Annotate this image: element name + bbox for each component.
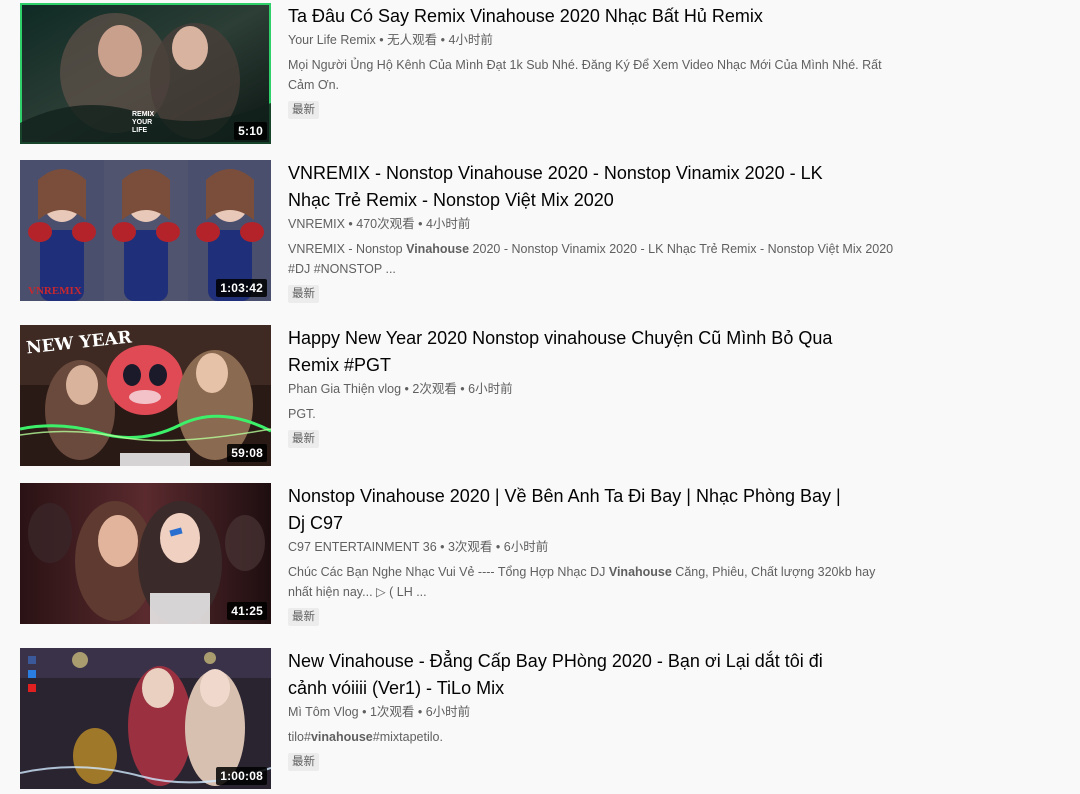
channel-name[interactable]: VNREMIX xyxy=(288,217,345,231)
byline-separator: • xyxy=(414,705,426,719)
video-description: tilo#vinahouse#mixtapetilo. xyxy=(288,730,443,744)
view-count: 1次观看 xyxy=(369,705,415,719)
byline-separator: • xyxy=(344,217,357,231)
view-count: 无人观看 xyxy=(387,33,438,47)
video-byline: VNREMIX • 470次观看 • 4小时前 xyxy=(288,215,898,233)
channel-name[interactable]: C97 ENTERTAINMENT 36 xyxy=(288,540,437,554)
view-count: 3次观看 xyxy=(447,540,493,554)
byline-separator: • xyxy=(436,540,448,554)
video-duration: 59:08 xyxy=(227,444,267,462)
video-thumbnail[interactable]: 41:25 xyxy=(20,483,271,624)
video-result-item[interactable]: NEW YEAR 59:08 Happy New Year 2020 Nonst… xyxy=(20,325,910,467)
video-duration: 1:03:42 xyxy=(216,279,267,297)
byline-separator: • xyxy=(437,33,449,47)
video-title[interactable]: VNREMIX - Nonstop Vinahouse 2020 - Nonst… xyxy=(288,160,848,214)
video-description: VNREMIX - Nonstop Vinahouse 2020 - Nonst… xyxy=(288,242,894,276)
byline-separator: • xyxy=(358,705,370,719)
search-term-highlight: Vinahouse xyxy=(406,242,470,256)
video-result-item[interactable]: 1:00:08 New Vinahouse - Đẳng Cấp Bay PHò… xyxy=(20,648,910,790)
video-meta: Happy New Year 2020 Nonstop vinahouse Ch… xyxy=(288,325,898,448)
view-count: 2次观看 xyxy=(412,382,457,396)
search-term-highlight: vinahouse xyxy=(310,730,373,744)
byline-separator: • xyxy=(414,217,426,231)
video-title[interactable]: New Vinahouse - Đẳng Cấp Bay PHòng 2020 … xyxy=(288,648,848,702)
video-meta: New Vinahouse - Đẳng Cấp Bay PHòng 2020 … xyxy=(288,648,898,771)
video-byline: C97 ENTERTAINMENT 36 • 3次观看 • 6小时前 xyxy=(288,538,898,556)
video-thumbnail[interactable]: VNREMIX 1:03:42 xyxy=(20,160,271,301)
upload-age: 6小时前 xyxy=(468,382,513,396)
video-result-item[interactable]: REMIX YOUR LIFE 5:10 Ta Đâu Có Say Remix… xyxy=(20,3,910,145)
channel-name[interactable]: Phan Gia Thiện vlog xyxy=(288,382,401,396)
video-byline: Phan Gia Thiện vlog • 2次观看 • 6小时前 xyxy=(288,380,898,398)
video-title[interactable]: Ta Đâu Có Say Remix Vinahouse 2020 Nhạc … xyxy=(288,3,898,30)
new-badge: 最新 xyxy=(288,285,319,303)
view-count: 470次观看 xyxy=(356,217,415,231)
video-meta: Nonstop Vinahouse 2020 | Về Bên Anh Ta Đ… xyxy=(288,483,898,626)
thumbnail-logo-text: VNREMIX xyxy=(28,285,82,297)
channel-name[interactable]: Mì Tôm Vlog xyxy=(288,705,359,719)
search-term-highlight: Vinahouse xyxy=(608,565,672,579)
byline-separator: • xyxy=(401,382,413,396)
search-results-list: REMIX YOUR LIFE 5:10 Ta Đâu Có Say Remix… xyxy=(0,0,1080,794)
video-duration: 41:25 xyxy=(227,602,267,620)
video-duration: 1:00:08 xyxy=(216,767,267,785)
video-duration: 5:10 xyxy=(234,122,267,140)
new-badge: 最新 xyxy=(288,753,319,771)
video-result-item[interactable]: VNREMIX 1:03:42 VNREMIX - Nonstop Vinaho… xyxy=(20,160,910,303)
byline-separator: • xyxy=(375,33,388,47)
video-result-item[interactable]: 41:25 Nonstop Vinahouse 2020 | Về Bên An… xyxy=(20,483,910,626)
video-thumbnail[interactable]: 1:00:08 xyxy=(20,648,271,789)
upload-age: 4小时前 xyxy=(448,33,493,47)
new-badge: 最新 xyxy=(288,430,319,448)
video-meta: Ta Đâu Có Say Remix Vinahouse 2020 Nhạc … xyxy=(288,3,898,119)
video-description: Chúc Các Bạn Nghe Nhạc Vui Vẻ ---- Tổng … xyxy=(288,565,876,599)
video-meta: VNREMIX - Nonstop Vinahouse 2020 - Nonst… xyxy=(288,160,898,303)
new-badge: 最新 xyxy=(288,608,319,626)
byline-separator: • xyxy=(456,382,469,396)
new-badge: 最新 xyxy=(288,101,319,119)
upload-age: 6小时前 xyxy=(503,540,549,554)
channel-name[interactable]: Your Life Remix xyxy=(288,33,376,47)
video-description: PGT. xyxy=(288,407,316,421)
video-thumbnail[interactable]: NEW YEAR 59:08 xyxy=(20,325,271,466)
video-thumbnail[interactable]: REMIX YOUR LIFE 5:10 xyxy=(20,3,271,144)
byline-separator: • xyxy=(492,540,504,554)
video-byline: Your Life Remix • 无人观看 • 4小时前 xyxy=(288,31,898,49)
video-title[interactable]: Nonstop Vinahouse 2020 | Về Bên Anh Ta Đ… xyxy=(288,483,848,537)
video-byline: Mì Tôm Vlog • 1次观看 • 6小时前 xyxy=(288,703,898,721)
thumbnail-logo-text: REMIX YOUR LIFE xyxy=(132,111,155,134)
video-description: Mọi Người Ủng Hộ Kênh Của Mình Đạt 1k Su… xyxy=(288,58,882,92)
video-title[interactable]: Happy New Year 2020 Nonstop vinahouse Ch… xyxy=(288,325,848,379)
upload-age: 4小时前 xyxy=(425,217,471,231)
upload-age: 6小时前 xyxy=(425,705,471,719)
